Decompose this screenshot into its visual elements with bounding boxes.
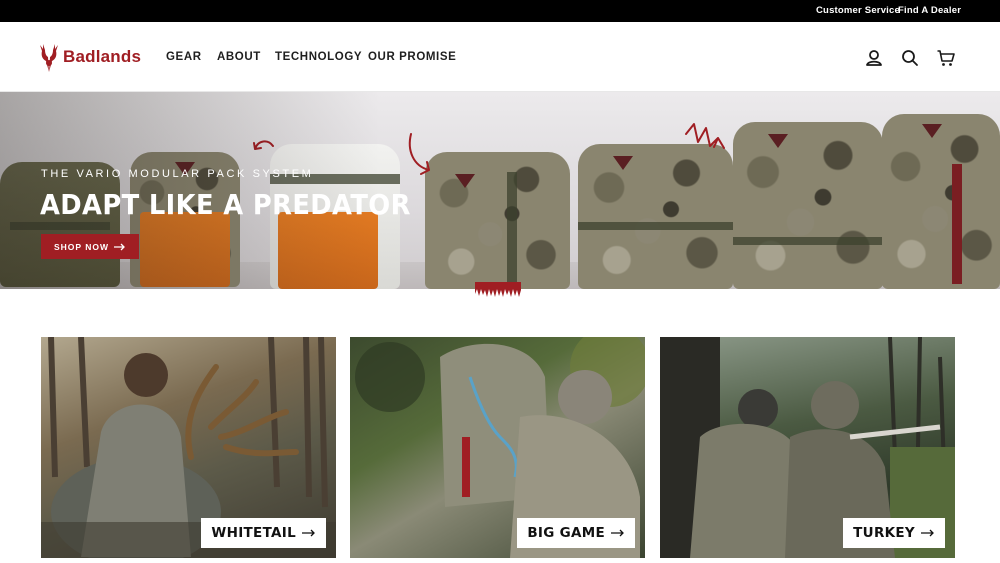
turkey-label: TURKEY [853, 525, 915, 541]
hand-drawn-arrow-icon [408, 133, 430, 175]
big-game-label-button[interactable]: BIG GAME [517, 518, 635, 548]
brush-stroke-icon [475, 282, 521, 297]
find-dealer-link[interactable]: Find A Dealer [898, 0, 961, 22]
category-card-big-game[interactable]: BIG GAME [350, 337, 645, 558]
hero-title: ADAPT LIKE A PREDATOR [40, 188, 411, 221]
backpack-image [733, 122, 883, 289]
nav-technology[interactable]: TECHNOLOGY [275, 48, 362, 66]
arrow-right-icon [611, 529, 624, 537]
backpack-image [882, 114, 1000, 289]
nav-our-promise[interactable]: OUR PROMISE [368, 48, 456, 66]
category-card-turkey[interactable]: TURKEY [660, 337, 955, 558]
utility-bar: Customer Service Find A Dealer [0, 0, 1000, 22]
whitetail-label-button[interactable]: WHITETAIL [201, 518, 326, 548]
hero-eyebrow: THE VARIO MODULAR PACK SYSTEM [41, 168, 314, 180]
cart-icon[interactable] [936, 48, 956, 68]
hand-drawn-zigzag-icon [685, 123, 725, 149]
brand-name: Badlands [63, 47, 142, 66]
category-card-whitetail[interactable]: WHITETAIL [41, 337, 336, 558]
whitetail-label: WHITETAIL [211, 525, 296, 541]
nav-about[interactable]: ABOUT [217, 48, 261, 66]
arrow-right-icon [114, 243, 125, 250]
shop-now-label: SHOP NOW [53, 241, 110, 252]
antlers-logo-icon [40, 44, 58, 72]
shop-now-button[interactable]: SHOP NOW [41, 234, 139, 259]
arrow-right-icon [302, 529, 315, 537]
brand-logo[interactable]: Badlands [38, 40, 141, 74]
search-icon[interactable] [900, 48, 920, 68]
account-icon[interactable] [864, 48, 884, 68]
backpack-image [425, 152, 570, 289]
arrow-right-icon [921, 529, 934, 537]
backpack-image [578, 144, 733, 289]
site-header: Badlands GEAR ABOUT TECHNOLOGY OUR PROMI… [0, 22, 1000, 92]
customer-service-link[interactable]: Customer Service [816, 0, 900, 22]
turkey-label-button[interactable]: TURKEY [843, 518, 945, 548]
big-game-label: BIG GAME [527, 525, 605, 541]
hero-banner: THE VARIO MODULAR PACK SYSTEM ADAPT LIKE… [0, 92, 1000, 289]
nav-gear[interactable]: GEAR [166, 48, 202, 66]
